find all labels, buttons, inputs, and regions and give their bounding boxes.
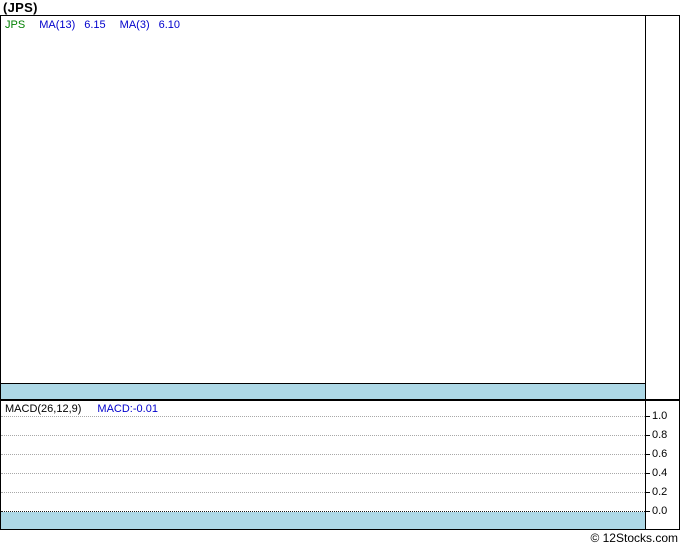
right-axis-divider (645, 15, 646, 530)
copyright-credit: © 12Stocks.com (590, 531, 678, 545)
page-title: (JPS) (3, 0, 38, 15)
axis-tick (645, 511, 650, 512)
macd-axis-label: 0.4 (652, 467, 668, 479)
axis-tick (645, 454, 650, 455)
legend-ma13-label: MA(13) (39, 19, 76, 31)
legend-ma13-value: 6.15 (84, 19, 106, 31)
macd-gridline-1.0 (1, 416, 645, 417)
macd-axis-label: 0.2 (652, 486, 668, 498)
macd-axis-label: 0.0 (652, 505, 668, 517)
macd-axis-label: 0.8 (652, 429, 668, 441)
legend-ma3: MA(3) 6.10 (120, 19, 180, 31)
macd-gridline-0.4 (1, 473, 645, 474)
axis-tick (645, 473, 650, 474)
macd-legend: MACD(26,12,9) MACD:-0.01 (5, 403, 158, 415)
price-chart-legend: JPS MA(13) 6.15 MA(3) 6.10 (5, 19, 194, 31)
macd-gridline-0.6 (1, 454, 645, 455)
macd-axis-label: 0.6 (652, 448, 668, 460)
macd-gridline-0.8 (1, 435, 645, 436)
price-chart-panel (0, 15, 680, 400)
macd-indicator-label: MACD(26,12,9) (5, 403, 82, 415)
macd-axis-label: 1.0 (652, 410, 668, 422)
stock-chart-page: (JPS) JPS MA(13) 6.15 MA(3) 6.10 MACD(26,12,… (0, 0, 680, 546)
macd-bottom-band (1, 512, 645, 529)
macd-indicator-value: MACD:-0.01 (97, 403, 158, 415)
legend-ma13: MA(13) 6.15 (39, 19, 105, 31)
axis-tick (645, 416, 650, 417)
axis-tick (645, 492, 650, 493)
axis-tick (645, 435, 650, 436)
legend-ma3-label: MA(3) (119, 19, 150, 31)
macd-gridline-0.2 (1, 492, 645, 493)
volume-band (1, 383, 645, 399)
legend-ma3-value: 6.10 (158, 19, 181, 31)
legend-symbol: JPS (5, 19, 26, 31)
